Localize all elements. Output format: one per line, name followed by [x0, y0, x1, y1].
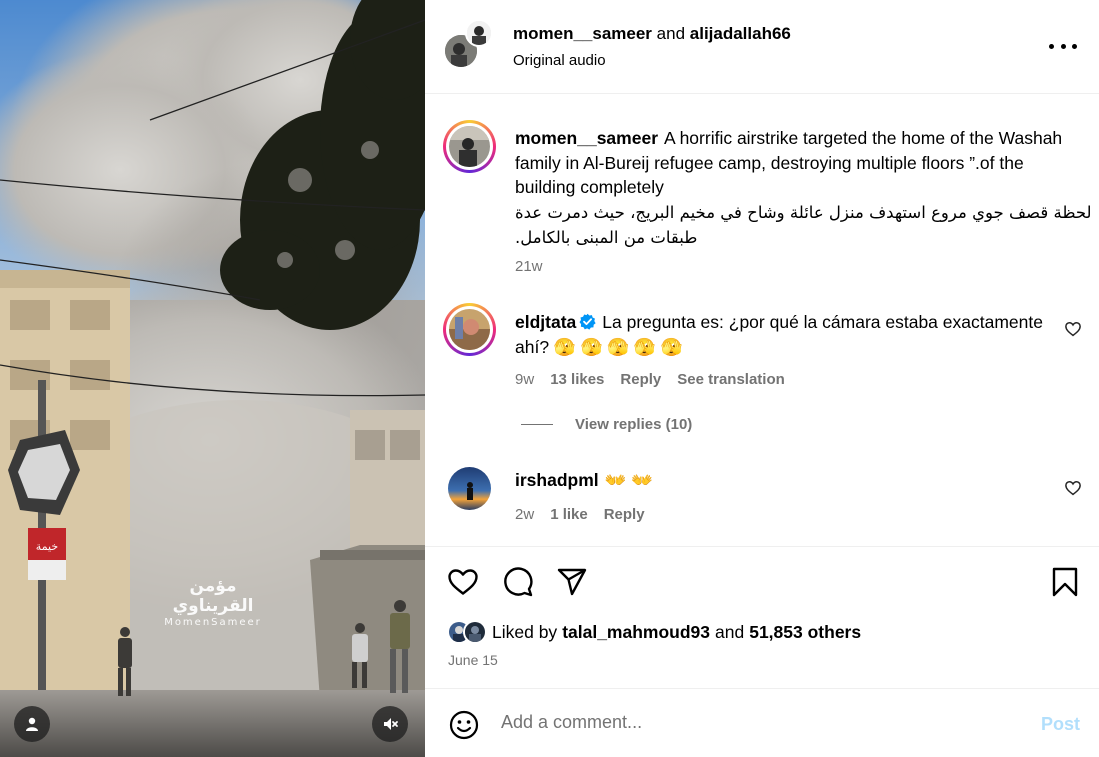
- post-date[interactable]: June 15: [448, 652, 498, 668]
- liker-username[interactable]: talal_mahmoud93: [562, 622, 710, 643]
- heart-icon[interactable]: [447, 566, 479, 598]
- commenter-avatar-2[interactable]: [448, 467, 491, 510]
- comment-input[interactable]: [501, 712, 1001, 733]
- sign-text: خيمة: [36, 540, 58, 553]
- comment-age[interactable]: 9w: [515, 371, 534, 388]
- replies-line: [521, 424, 553, 425]
- comment-meta-2: 2w 1 like Reply: [515, 506, 645, 523]
- liked-by-prefix: Liked by: [492, 621, 558, 642]
- comment-text-2: 👐 👐: [604, 470, 654, 490]
- airstrike-photo: خيمة: [0, 0, 425, 757]
- more-dot: [1049, 43, 1054, 49]
- watermark-arabic: مؤمن القريناوي: [172, 576, 254, 616]
- actions-divider: [425, 546, 1099, 547]
- more-dot: [1072, 43, 1077, 49]
- likes-count[interactable]: 51,853 others: [749, 622, 861, 643]
- user-icon: [26, 717, 38, 731]
- post-media[interactable]: خيمة مؤمن القريناوي MomenSameer: [0, 0, 425, 757]
- verified-badge-icon: [579, 313, 596, 330]
- like-comment-heart-icon[interactable]: [1064, 479, 1082, 497]
- audio-label[interactable]: Original audio: [513, 52, 606, 69]
- likes-summary: Liked by talal_mahmoud93 and 51,853 othe…: [447, 620, 861, 644]
- view-replies-button[interactable]: View replies (10): [521, 416, 692, 433]
- bookmark-icon[interactable]: [1049, 566, 1081, 598]
- reply-button[interactable]: Reply: [620, 371, 661, 388]
- comment-body-2: irshadpml 👐 👐: [515, 468, 653, 493]
- comment-meta: 9w 13 likes Reply See translation: [515, 371, 785, 388]
- caption-avatar-ring[interactable]: [443, 120, 496, 173]
- more-options-button[interactable]: [1049, 36, 1077, 56]
- reply-button-2[interactable]: Reply: [604, 506, 645, 523]
- caption-author-avatar: [449, 126, 490, 167]
- view-replies-label: View replies (10): [575, 416, 693, 433]
- header-divider: [425, 93, 1099, 94]
- share-icon[interactable]: [556, 566, 588, 598]
- comment-age-2[interactable]: 2w: [515, 506, 534, 523]
- more-dot: [1060, 43, 1066, 49]
- see-translation-button[interactable]: See translation: [677, 371, 785, 388]
- comment-likes-2[interactable]: 1 like: [550, 506, 588, 523]
- caption-text-ar: لحظة قصف جوي مروع استهدف منزل عائلة وشاح…: [515, 203, 1092, 247]
- caption-username[interactable]: momen__sameer: [515, 128, 658, 148]
- tagged-users-button[interactable]: [14, 706, 50, 742]
- post-caption: momen__sameer A horrific airstrike target…: [515, 126, 1085, 200]
- mute-button[interactable]: [372, 706, 408, 742]
- post-comment-button[interactable]: Post: [1041, 714, 1080, 735]
- add-comment-bar: Post: [425, 688, 1099, 757]
- comment-username[interactable]: eldjtata: [515, 312, 576, 332]
- speaker-muted-icon: [384, 718, 398, 730]
- comment-avatar-ring[interactable]: [443, 303, 496, 356]
- video-watermark: مؤمن القريناوي MomenSameer: [158, 576, 268, 628]
- authors-joiner: and: [656, 24, 686, 43]
- emoji-icon[interactable]: [449, 710, 479, 740]
- collaborator-username[interactable]: alijadallah66: [690, 24, 791, 43]
- comment-username-2[interactable]: irshadpml: [515, 470, 599, 490]
- post-details-panel: momen__sameer and alijadallah66 Original…: [425, 0, 1099, 757]
- comment-body: eldjtata La pregunta es: ¿por qué la cám…: [515, 310, 1045, 359]
- commenter-avatar: [449, 309, 490, 350]
- post-authors: momen__sameer and alijadallah66: [513, 24, 791, 44]
- caption-timestamp[interactable]: 21w: [515, 258, 543, 275]
- collaborator-avatar[interactable]: [465, 19, 493, 47]
- like-comment-heart-icon[interactable]: [1064, 320, 1082, 338]
- likes-joiner: and: [715, 621, 745, 642]
- watermark-latin: MomenSameer: [164, 617, 262, 628]
- comment-icon[interactable]: [502, 566, 534, 598]
- author-username[interactable]: momen__sameer: [513, 24, 652, 43]
- comment-likes[interactable]: 13 likes: [550, 371, 604, 388]
- liker-avatar[interactable]: [463, 620, 487, 644]
